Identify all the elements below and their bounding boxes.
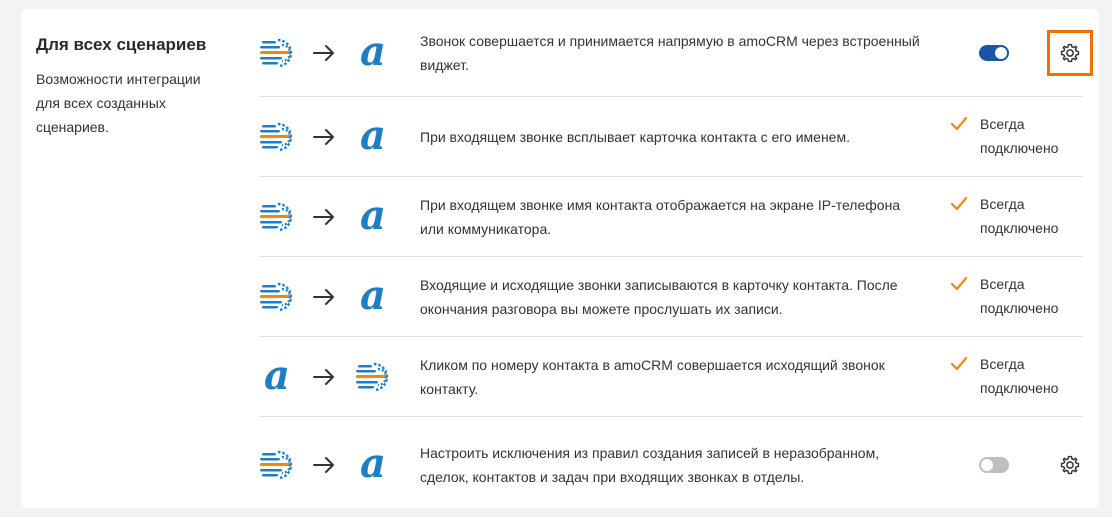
always-on-status: Всегда подключено (950, 112, 1080, 162)
toggle-knob (981, 459, 993, 471)
section-info: Для всех сценариев Возможности интеграци… (36, 35, 236, 139)
source-logo (260, 281, 294, 313)
arrow-right-icon (313, 44, 334, 61)
integration-card: Для всех сценариев Возможности интеграци… (21, 9, 1099, 508)
status-label: Всегда подключено (980, 355, 1059, 396)
feature-description: При входящем звонке всплывает карточка к… (420, 128, 850, 145)
check-icon (950, 116, 968, 132)
feature-description: Кликом по номеру контакта в amoCRM совер… (420, 356, 885, 397)
target-logo: a (356, 111, 390, 159)
gear-icon (1060, 43, 1080, 62)
direction-arrow (312, 127, 336, 147)
target-logo (356, 361, 390, 393)
direction-arrow (312, 287, 336, 307)
arrow-right-icon (313, 368, 334, 385)
integration-direction: a (260, 177, 400, 256)
check-icon (950, 196, 968, 212)
arrow-right-icon (313, 128, 334, 145)
source-logo (260, 201, 294, 233)
telephony-logo-icon (260, 38, 293, 67)
integration-direction: a (260, 257, 400, 336)
feature-toggle[interactable] (979, 457, 1009, 473)
target-logo: a (356, 191, 390, 239)
arrow-right-icon (313, 208, 334, 225)
always-on-status: Всегда подключено (950, 272, 1080, 322)
section-description: Возможности интеграции для всех созданны… (36, 71, 201, 135)
status-label: Всегда подключено (980, 275, 1059, 316)
source-logo (260, 37, 294, 69)
feature-toggle[interactable] (979, 44, 1009, 61)
gear-icon (1060, 455, 1080, 475)
status-label: Всегда подключено (980, 195, 1059, 236)
always-on-status: Всегда подключено (950, 352, 1080, 402)
always-on-status: Всегда подключено (950, 192, 1080, 242)
source-logo (260, 449, 294, 481)
telephony-logo-icon (260, 122, 293, 151)
telephony-logo-icon (260, 450, 293, 480)
integration-direction: a (260, 9, 400, 96)
feature-description: Звонок совершается и принимается напряму… (420, 32, 920, 73)
check-icon (950, 276, 968, 292)
source-logo (260, 121, 294, 153)
source-logo: a (260, 351, 294, 399)
amocrm-logo-icon: a (264, 351, 290, 399)
amocrm-logo-icon: a (360, 191, 386, 239)
feature-row: a Входящие и исходящие звонки записываютс… (260, 257, 1083, 337)
telephony-logo-icon (260, 282, 293, 311)
toggle-knob (995, 46, 1007, 59)
check-icon (950, 356, 968, 372)
feature-row: a Звонок совершается и принимается напрям… (260, 9, 1093, 97)
integration-direction: a (260, 417, 400, 513)
target-logo: a (356, 271, 390, 319)
settings-button[interactable] (1047, 442, 1093, 488)
amocrm-logo-icon: a (360, 27, 386, 75)
feature-row: a При входящем звонке имя контакта отобра… (260, 177, 1083, 257)
feature-description: При входящем звонке имя контакта отображ… (420, 196, 901, 237)
direction-arrow (312, 43, 336, 63)
feature-description: Входящие и исходящие звонки записываются… (420, 276, 898, 317)
arrow-right-icon (313, 457, 334, 473)
amocrm-logo-icon: a (360, 271, 386, 319)
feature-row: a Кликом по номеру контакта в amoCRM сове… (260, 337, 1083, 417)
direction-arrow (312, 455, 336, 475)
target-logo: a (356, 27, 390, 75)
section-title: Для всех сценариев (36, 35, 207, 54)
target-logo: a (356, 440, 390, 487)
status-label: Всегда подключено (980, 115, 1059, 156)
integration-direction: a (260, 97, 400, 176)
telephony-logo-icon (260, 202, 293, 231)
integration-direction: a (260, 337, 400, 416)
amocrm-logo-icon: a (360, 440, 386, 487)
feature-list: a Звонок совершается и принимается напрям… (260, 9, 1093, 513)
amocrm-logo-icon: a (360, 111, 386, 159)
feature-row: a Настроить исключения из правил создания… (260, 417, 1083, 513)
settings-button[interactable] (1047, 29, 1093, 76)
feature-description: Настроить исключения из правил создания … (420, 445, 880, 485)
telephony-logo-icon (356, 362, 389, 391)
direction-arrow (312, 207, 336, 227)
feature-row: a При входящем звонке всплывает карточка … (260, 97, 1083, 177)
direction-arrow (312, 367, 336, 387)
arrow-right-icon (313, 288, 334, 305)
